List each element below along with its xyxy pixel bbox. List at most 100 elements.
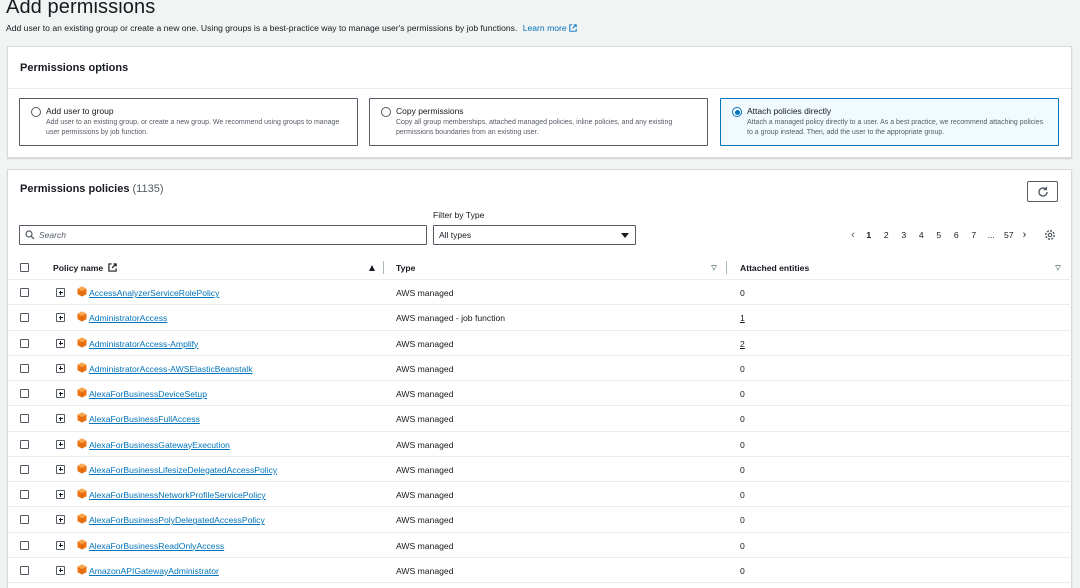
policy-type: AWS managed [396, 490, 454, 500]
page-2[interactable]: 2 [878, 230, 896, 240]
expand-icon[interactable] [56, 464, 65, 474]
policy-icon [77, 564, 87, 575]
option-copy-permissions[interactable]: Copy permissions Copy all group membersh… [369, 98, 708, 146]
attached-entities: 0 [740, 389, 745, 399]
sort-ascending-icon[interactable] [369, 265, 375, 271]
option-add-user-to-group[interactable]: Add user to group Add user to an existin… [19, 98, 358, 146]
page-4[interactable]: 4 [913, 230, 931, 240]
row-checkbox[interactable] [20, 565, 29, 575]
expand-icon[interactable] [56, 389, 65, 398]
table-row: AccessAnalyzerServiceRolePolicy AWS manag… [8, 280, 1073, 306]
search-box[interactable] [19, 225, 427, 245]
expand-icon[interactable] [56, 338, 65, 348]
attached-entities[interactable]: 1 [740, 313, 745, 323]
gear-icon[interactable] [1044, 229, 1056, 241]
attached-entities: 0 [740, 515, 745, 526]
option-attach-policies-directly[interactable]: Attach policies directly Attach a manage… [720, 98, 1059, 146]
policy-name-link[interactable]: AdministratorAccess [89, 313, 167, 323]
attached-entities: 0 [740, 490, 745, 500]
search-input[interactable] [39, 228, 419, 242]
policy-type: AWS managed - job function [396, 313, 506, 324]
row-checkbox[interactable] [20, 338, 29, 348]
page-description: Add user to an existing group or create … [6, 23, 577, 33]
row-checkbox[interactable] [20, 515, 29, 525]
row-checkbox[interactable] [20, 414, 29, 424]
sort-icon[interactable] [1055, 265, 1061, 271]
permissions-policies-title: Permissions policies (1135) [20, 183, 163, 195]
policy-icon [77, 286, 87, 297]
policy-name-link[interactable]: AlexaForBusinessReadOnlyAccess [89, 541, 224, 551]
next-page-button[interactable]: › [1018, 229, 1032, 241]
policy-name-link[interactable]: AdministratorAccess-AWSElasticBeanstalk [89, 364, 253, 374]
page-5[interactable]: 5 [930, 230, 948, 240]
row-checkbox[interactable] [20, 464, 29, 474]
page-1[interactable]: 1 [860, 230, 878, 240]
attached-entities: 0 [740, 288, 745, 298]
column-separator[interactable] [726, 261, 727, 274]
row-checkbox[interactable] [20, 363, 29, 373]
caret-down-icon [621, 233, 629, 238]
policy-name-link[interactable]: AlexaForBusinessNetworkProfileServicePol… [89, 490, 266, 500]
page-6[interactable]: 6 [948, 230, 966, 240]
attached-entities: 0 [740, 565, 745, 576]
expand-icon[interactable] [56, 313, 65, 323]
page-57[interactable]: 57 [1000, 230, 1018, 240]
filter-type-select[interactable]: All types [433, 225, 636, 245]
policy-name-link[interactable]: AccessAnalyzerServiceRolePolicy [89, 288, 219, 298]
attached-entities: 0 [740, 439, 745, 450]
column-policy-name[interactable]: Policy name [53, 263, 117, 273]
policy-name-link[interactable]: AmazonAPIGatewayAdministrator [89, 566, 219, 576]
row-checkbox[interactable] [20, 389, 29, 398]
page-7[interactable]: 7 [965, 230, 983, 240]
table-row: AdministratorAccess-Amplify AWS managed 2 [8, 331, 1073, 356]
column-separator[interactable] [383, 261, 384, 274]
attached-entities: 0 [740, 414, 745, 425]
expand-icon[interactable] [56, 540, 65, 550]
column-type[interactable]: Type [396, 263, 415, 273]
policy-type: AWS managed [396, 540, 454, 551]
refresh-button[interactable] [1027, 181, 1058, 202]
policy-name-link[interactable]: AlexaForBusinessDeviceSetup [89, 389, 207, 399]
attached-entities: 0 [740, 363, 745, 374]
attached-entities[interactable]: 2 [740, 339, 745, 349]
row-checkbox[interactable] [20, 439, 29, 449]
table-row: AlexaForBusinessLifesizeDelegatedAccessP… [8, 457, 1073, 482]
policy-name-link[interactable]: AlexaForBusinessFullAccess [89, 414, 200, 424]
sort-icon[interactable] [711, 265, 717, 271]
policy-name-link[interactable]: AlexaForBusinessPolyDelegatedAccessPolic… [89, 515, 265, 525]
column-attached-entities[interactable]: Attached entities [740, 263, 809, 273]
policy-icon [77, 513, 87, 524]
policy-name-link[interactable]: AdministratorAccess-Amplify [89, 339, 198, 349]
permissions-options-title: Permissions options [20, 62, 129, 74]
table-row: AlexaForBusinessReadOnlyAccess AWS manage… [8, 533, 1073, 558]
policy-type: AWS managed [396, 338, 454, 349]
page-3[interactable]: 3 [895, 230, 913, 240]
expand-icon[interactable] [56, 288, 65, 297]
expand-icon[interactable] [56, 490, 65, 499]
external-link-icon [569, 24, 577, 32]
row-checkbox[interactable] [20, 490, 29, 499]
option-description: Attach a managed policy directly to a us… [747, 119, 1044, 136]
expand-icon[interactable] [56, 363, 65, 373]
expand-icon[interactable] [56, 565, 65, 575]
policy-name-link[interactable]: AlexaForBusinessGatewayExecution [89, 440, 230, 450]
expand-icon[interactable] [56, 439, 65, 449]
row-checkbox[interactable] [20, 288, 29, 297]
table-row: AdministratorAccess AWS managed - job fun… [8, 305, 1073, 331]
radio-add-user-to-group[interactable] [31, 107, 41, 117]
radio-copy-permissions[interactable] [381, 107, 391, 117]
expand-icon[interactable] [56, 515, 65, 525]
radio-attach-policies-directly[interactable] [732, 107, 742, 117]
learn-more-link[interactable]: Learn more [523, 23, 577, 33]
policy-type: AWS managed [396, 389, 454, 399]
prev-page-button[interactable]: ‹ [846, 229, 860, 241]
row-checkbox[interactable] [20, 313, 29, 323]
policy-name-link[interactable]: AlexaForBusinessLifesizeDelegatedAccessP… [89, 465, 277, 475]
row-checkbox[interactable] [20, 540, 29, 550]
select-all-checkbox[interactable] [20, 263, 29, 272]
policy-type: AWS managed [396, 464, 454, 475]
policy-icon [77, 539, 87, 549]
table-row: AmazonAPIGatewayAdministrator AWS managed… [8, 558, 1073, 583]
expand-icon[interactable] [56, 414, 65, 424]
policy-type: AWS managed [396, 288, 454, 298]
